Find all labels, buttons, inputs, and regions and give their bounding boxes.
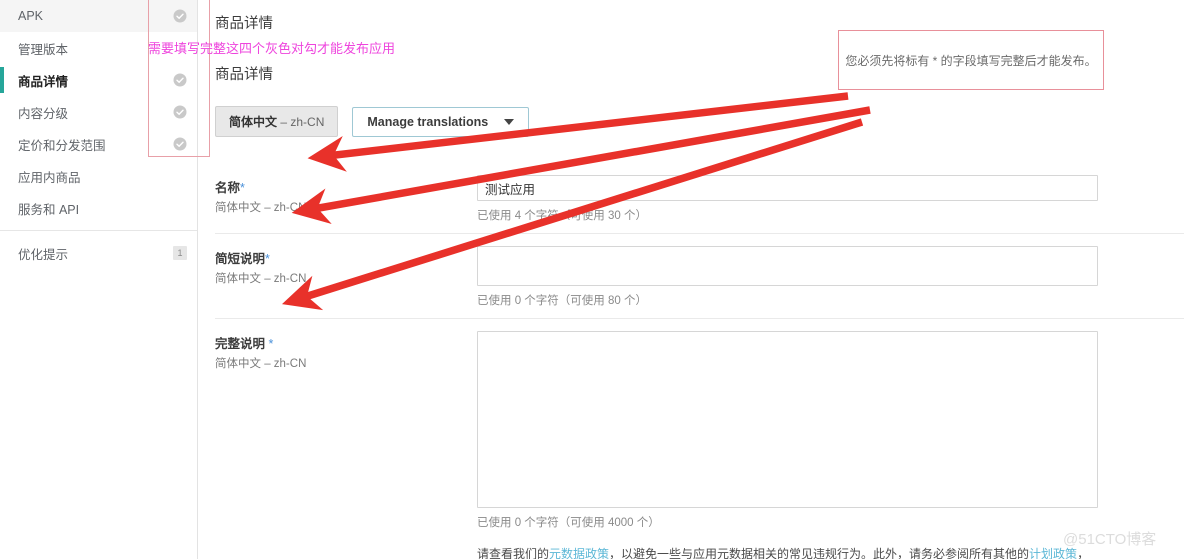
field-label: 名称* [215, 177, 477, 196]
field-label-group: 名称* 简体中文 – zh-CN [215, 175, 477, 223]
field-label-text: 简短说明 [215, 252, 266, 266]
sidebar-item-manage-releases[interactable]: 管理版本 [0, 32, 197, 64]
check-circle-icon [173, 137, 187, 151]
sidebar-item-label: 应用内商品 [18, 170, 81, 185]
manage-translations-button[interactable]: Manage translations [352, 106, 530, 137]
required-marker: * [240, 181, 245, 195]
sidebar-item-label: 商品详情 [18, 74, 69, 89]
sidebar-item-label: 定价和分发范围 [18, 138, 106, 153]
policy-paragraph-1: 请查看我们的元数据政策，以避免一些与应用元数据相关的常见违规行为。此外，请务必参… [477, 544, 1095, 559]
field-label-text: 名称 [215, 181, 241, 195]
no-icon-spacer [173, 201, 187, 215]
required-marker: * [265, 252, 270, 266]
field-label-group: 简短说明* 简体中文 – zh-CN [215, 246, 477, 308]
sidebar-item-in-app-products[interactable]: 应用内商品 [0, 160, 197, 192]
check-circle-icon [173, 73, 187, 87]
sidebar-item-content-rating[interactable]: 内容分级 [0, 96, 197, 128]
chevron-down-icon [504, 118, 515, 125]
sidebar-divider [0, 230, 197, 231]
short-description-textarea[interactable] [477, 246, 1098, 286]
field-input-group: 已使用 0 个字符（可使用 4000 个） 请查看我们的元数据政策，以避免一些与… [477, 331, 1184, 559]
field-label-group: 完整说明 * 简体中文 – zh-CN [215, 331, 477, 559]
policy-guidance-text: 请查看我们的元数据政策，以避免一些与应用元数据相关的常见违规行为。此外，请务必参… [477, 544, 1095, 559]
language-chip-code: – zh-CN [280, 115, 325, 129]
field-label: 简短说明* [215, 248, 477, 267]
sidebar-item-store-listing[interactable]: 商品详情 [0, 64, 197, 96]
field-label: 完整说明 * [215, 333, 477, 352]
section-title: 商品详情 [215, 67, 273, 83]
language-chip-name: 简体中文 [229, 115, 278, 129]
metadata-policy-link[interactable]: 元数据政策 [549, 547, 609, 559]
full-description-textarea[interactable] [477, 331, 1098, 508]
sidebar: APK 管理版本 商品详情 内容分级 定价和分发范围 应用内商品 服务和 API… [0, 0, 198, 559]
field-language-sub: 简体中文 – zh-CN [215, 358, 307, 370]
sidebar-item-label: APK [18, 9, 44, 23]
app-title-input[interactable] [477, 175, 1098, 201]
required-marker: * [268, 337, 274, 351]
no-icon-spacer [173, 41, 187, 55]
sidebar-item-label: 内容分级 [18, 106, 69, 121]
sidebar-item-pricing-distribution[interactable]: 定价和分发范围 [0, 128, 197, 160]
check-circle-icon [173, 9, 187, 23]
no-icon-spacer [173, 169, 187, 183]
sidebar-item-label: 优化提示 [18, 247, 69, 262]
language-chip-zh-cn[interactable]: 简体中文 – zh-CN [215, 106, 339, 137]
sidebar-item-label: 服务和 API [18, 202, 80, 217]
policy-text-1b: ，以避免一些与应用元数据相关的常见违规行为。此外，请务必参阅所有其他的 [609, 547, 1030, 559]
language-toolbar: 简体中文 – zh-CN Manage translations [215, 106, 1184, 137]
character-counter: 已使用 4 个字符（可使用 30 个） [477, 210, 647, 222]
field-row-short-description: 简短说明* 简体中文 – zh-CN 已使用 0 个字符（可使用 80 个） [215, 233, 1184, 308]
manage-translations-label: Manage translations [367, 114, 489, 129]
main-content: 商品详情 商品详情 简体中文 – zh-CN Manage translatio… [199, 0, 1184, 559]
policy-text-1a: 请查看我们的 [477, 547, 550, 559]
field-label-text: 完整说明 [215, 337, 266, 351]
field-input-group: 已使用 0 个字符（可使用 80 个） [477, 246, 1184, 308]
field-input-group: 已使用 4 个字符（可使用 30 个） [477, 175, 1184, 223]
sidebar-item-label: 管理版本 [18, 42, 69, 57]
field-row-full-description: 完整说明 * 简体中文 – zh-CN 已使用 0 个字符（可使用 4000 个… [215, 318, 1184, 559]
program-policy-link[interactable]: 计划政策 [1029, 547, 1077, 559]
sidebar-item-apk[interactable]: APK [0, 0, 197, 32]
field-language-sub: 简体中文 – zh-CN [215, 273, 307, 285]
field-row-title: 名称* 简体中文 – zh-CN 已使用 4 个字符（可使用 30 个） [215, 163, 1184, 223]
sidebar-item-services-apis[interactable]: 服务和 API [0, 192, 197, 224]
character-counter: 已使用 0 个字符（可使用 4000 个） [477, 517, 660, 529]
page-title: 商品详情 [215, 16, 273, 32]
sidebar-item-optimization-tips[interactable]: 优化提示 1 [0, 237, 197, 269]
optimization-tips-badge: 1 [173, 246, 187, 260]
app-page: APK 管理版本 商品详情 内容分级 定价和分发范围 应用内商品 服务和 API… [0, 0, 1184, 559]
character-counter: 已使用 0 个字符（可使用 80 个） [477, 295, 647, 307]
active-indicator [0, 67, 4, 93]
check-circle-icon [173, 105, 187, 119]
field-language-sub: 简体中文 – zh-CN [215, 202, 307, 214]
